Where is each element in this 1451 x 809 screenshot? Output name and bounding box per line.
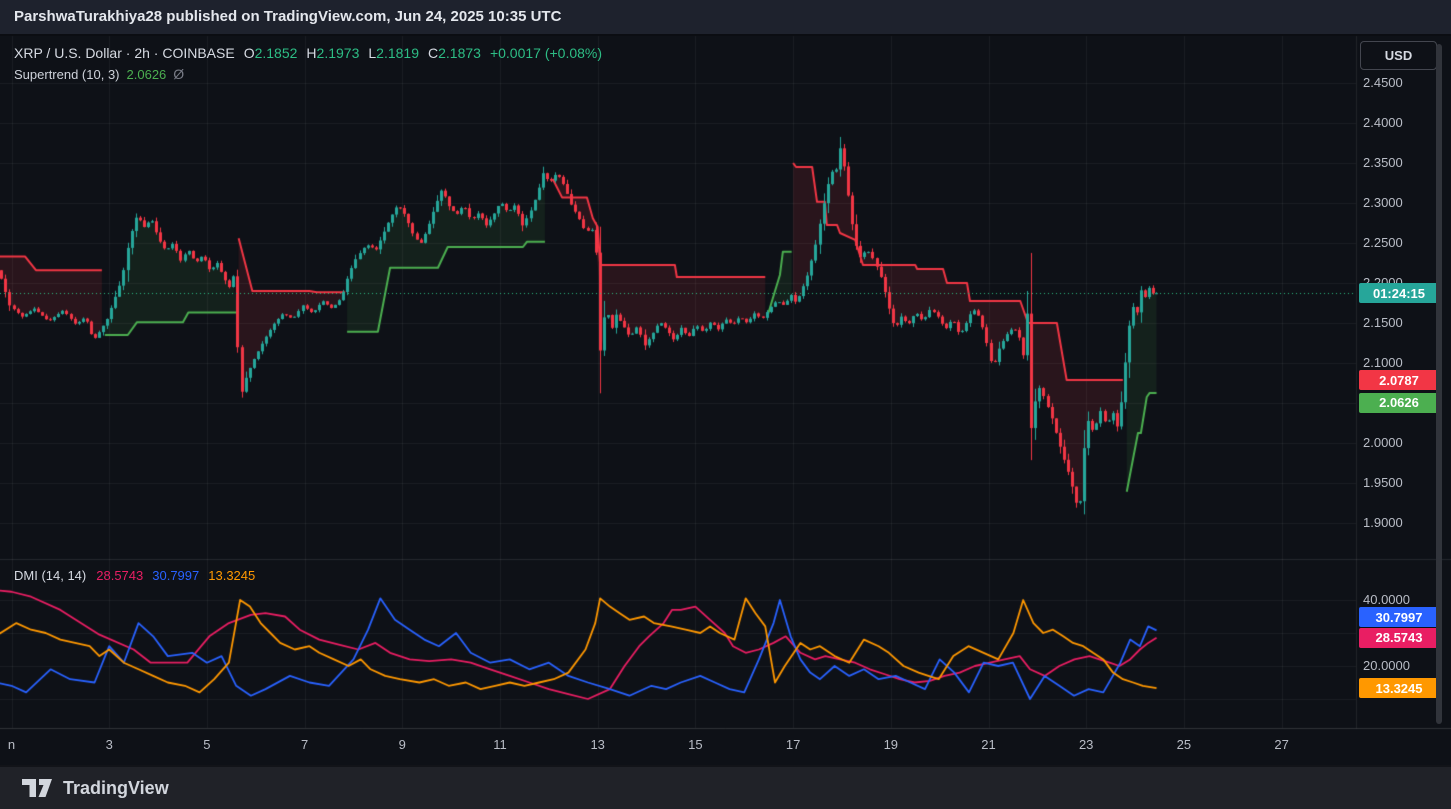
ohlc-high-label: H bbox=[306, 45, 316, 61]
time-axis-label: 21 bbox=[981, 737, 995, 752]
supertrend-label: Supertrend (10, 3) bbox=[14, 67, 120, 82]
time-axis-label: 19 bbox=[884, 737, 898, 752]
ohlc-close-value: 2.1873 bbox=[438, 45, 481, 61]
ohlc-open-label: O bbox=[244, 45, 255, 61]
ohlc-high-value: 2.1973 bbox=[317, 45, 360, 61]
footer-bar: TradingView bbox=[0, 765, 1451, 809]
ohlc-low-label: L bbox=[368, 45, 376, 61]
time-axis-label: 7 bbox=[301, 737, 308, 752]
dmi-plus-di-badge: 30.7997 bbox=[1359, 607, 1439, 627]
symbol-title: XRP / U.S. Dollar · 2h · COINBASE bbox=[14, 45, 235, 61]
dmi-label: DMI (14, 14) bbox=[14, 568, 86, 583]
time-scale[interactable]: n 3 5 7 9 11 13 15 17 19 21 23 25 27 bbox=[0, 729, 1451, 763]
dmi-minus-di-badge: 13.3245 bbox=[1359, 678, 1439, 698]
time-axis-label: 23 bbox=[1079, 737, 1093, 752]
countdown-badge: 01:24:15 bbox=[1359, 283, 1439, 303]
ohlc-open-value: 2.1852 bbox=[255, 45, 298, 61]
supertrend-stop-badge: 2.0787 bbox=[1359, 370, 1439, 390]
tradingview-brand-text[interactable]: TradingView bbox=[63, 778, 169, 799]
time-axis-label: 15 bbox=[688, 737, 702, 752]
time-axis-label: 3 bbox=[106, 737, 113, 752]
tradingview-logo-icon[interactable] bbox=[22, 779, 53, 798]
time-axis-label: 17 bbox=[786, 737, 800, 752]
supertrend-value-badge: 2.0626 bbox=[1359, 393, 1439, 413]
time-axis-label: 11 bbox=[493, 737, 507, 752]
time-axis-label: 5 bbox=[203, 737, 210, 752]
symbol-status-row: XRP / U.S. Dollar · 2h · COINBASE O2.1852… bbox=[14, 45, 602, 61]
price-change: +0.0017 (+0.08%) bbox=[490, 45, 602, 61]
time-axis-label: n bbox=[8, 737, 15, 752]
chart-canvas[interactable] bbox=[0, 0, 1451, 809]
slashed-circle-icon: Ø bbox=[173, 66, 184, 82]
supertrend-value: 2.0626 bbox=[127, 67, 167, 82]
ohlc-low-value: 2.1819 bbox=[376, 45, 419, 61]
dmi-status-row[interactable]: DMI (14, 14) 28.5743 30.7997 13.3245 bbox=[14, 568, 255, 583]
dmi-adx-value: 28.5743 bbox=[96, 568, 143, 583]
currency-toggle-button[interactable]: USD bbox=[1360, 41, 1437, 70]
supertrend-status-row[interactable]: Supertrend (10, 3) 2.0626 Ø bbox=[14, 66, 184, 82]
time-axis-label: 9 bbox=[399, 737, 406, 752]
tradingview-snapshot-page: ParshwaTurakhiya28 published on TradingV… bbox=[0, 0, 1451, 809]
time-axis-label: 25 bbox=[1177, 737, 1191, 752]
dmi-minus-di-value: 13.3245 bbox=[208, 568, 255, 583]
dmi-adx-badge: 28.5743 bbox=[1359, 628, 1439, 648]
dmi-plus-di-value: 30.7997 bbox=[152, 568, 199, 583]
scrollbar-thumb[interactable] bbox=[1436, 44, 1442, 724]
time-axis-label: 13 bbox=[590, 737, 604, 752]
ohlc-close-label: C bbox=[428, 45, 438, 61]
time-axis-label: 27 bbox=[1274, 737, 1288, 752]
